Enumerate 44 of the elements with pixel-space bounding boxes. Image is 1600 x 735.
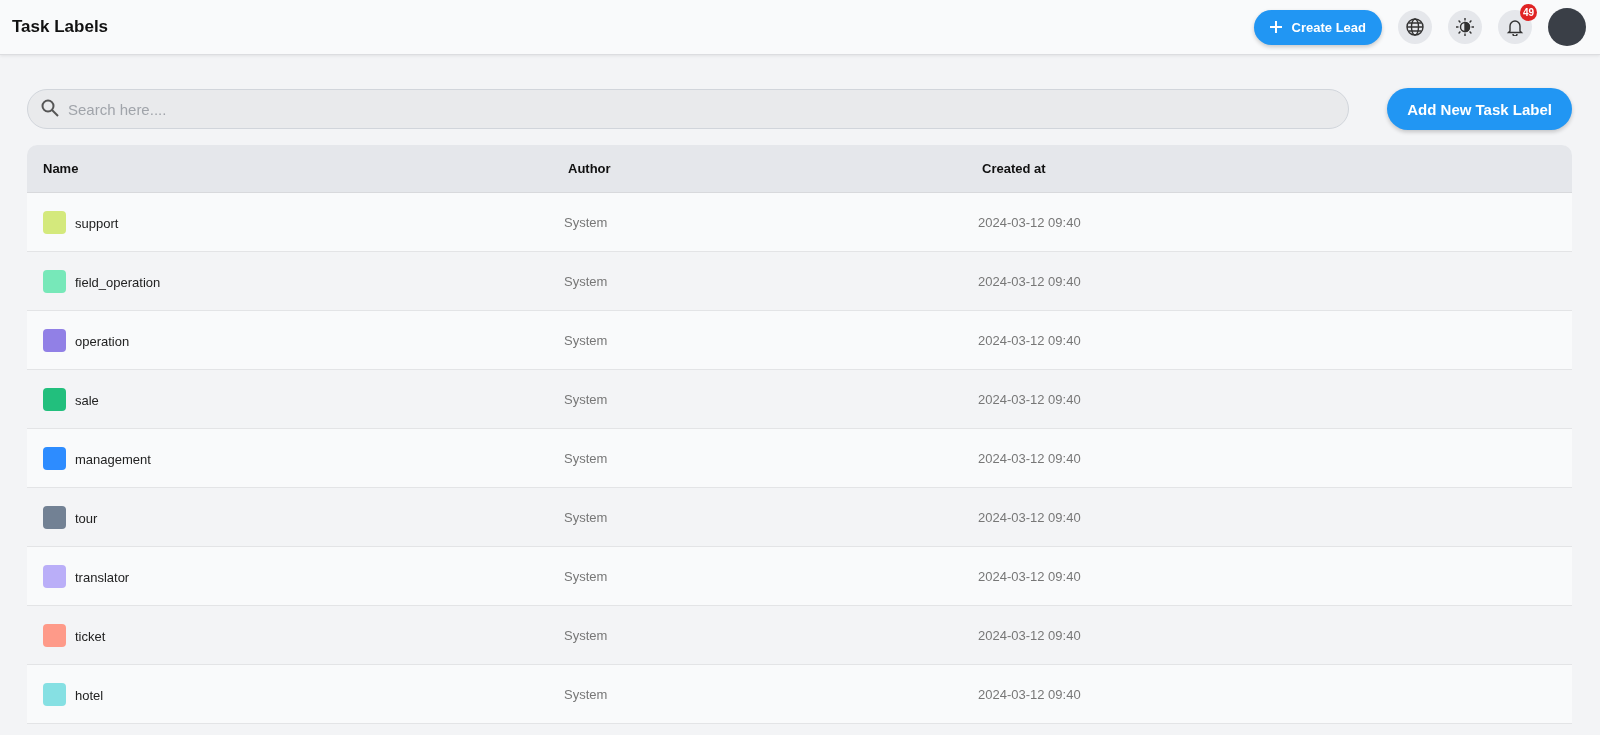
author-cell-text: System: [564, 214, 609, 230]
label-name: tour: [75, 511, 98, 526]
search-icon: [41, 99, 59, 117]
created-at-cell-text: 2024-03-12 09:40: [978, 332, 1082, 348]
notification-count-badge: 49: [1520, 4, 1537, 21]
column-header: Created at: [981, 161, 1047, 176]
created-at-cell-text: 2024-03-12 09:40: [978, 450, 1082, 466]
label-name: field_operation: [75, 275, 161, 290]
label-name: ticket: [75, 629, 106, 644]
avatar[interactable]: [1548, 8, 1586, 46]
globe-button[interactable]: [1398, 10, 1432, 44]
author-cell-text: System: [564, 273, 609, 289]
label-name: management: [75, 452, 151, 467]
created-at-cell-text: 2024-03-12 09:40: [978, 686, 1082, 702]
created-at-cell-text: 2024-03-12 09:40: [978, 568, 1082, 584]
author-cell-text: System: [564, 509, 609, 525]
created-at-cell-text: 2024-03-12 09:40: [978, 273, 1082, 289]
plus-icon: [1269, 21, 1282, 33]
add-task-label-button[interactable]: Add New Task Label: [1387, 88, 1572, 130]
label-name: hotel: [75, 688, 104, 703]
column-header: Name: [43, 161, 80, 176]
search-field[interactable]: Search here....: [27, 89, 1350, 129]
globe-icon: [1406, 18, 1424, 36]
author-cell-text: System: [564, 627, 609, 643]
theme-toggle-button[interactable]: [1448, 10, 1482, 44]
author-cell-text: System: [564, 391, 609, 407]
bell-icon: [1506, 18, 1524, 36]
page-title: Task Labels: [12, 17, 110, 37]
label-name: operation: [75, 334, 130, 349]
create-lead-button[interactable]: Create Lead: [1253, 9, 1382, 45]
label-name: translator: [75, 570, 130, 585]
author-cell-text: System: [564, 332, 609, 348]
created-at-cell-text: 2024-03-12 09:40: [978, 509, 1082, 525]
author-cell-text: System: [564, 686, 609, 702]
notifications-button[interactable]: [1498, 10, 1532, 44]
created-at-cell-text: 2024-03-12 09:40: [978, 214, 1082, 230]
author-cell-text: System: [564, 568, 609, 584]
author-cell-text: System: [564, 450, 609, 466]
created-at-cell-text: 2024-03-12 09:40: [978, 627, 1082, 643]
created-at-cell-text: 2024-03-12 09:40: [978, 391, 1082, 407]
label-name: support: [75, 216, 119, 231]
column-header: Author: [567, 161, 612, 176]
label-name: sale: [75, 393, 99, 408]
brightness-icon: [1455, 17, 1475, 37]
